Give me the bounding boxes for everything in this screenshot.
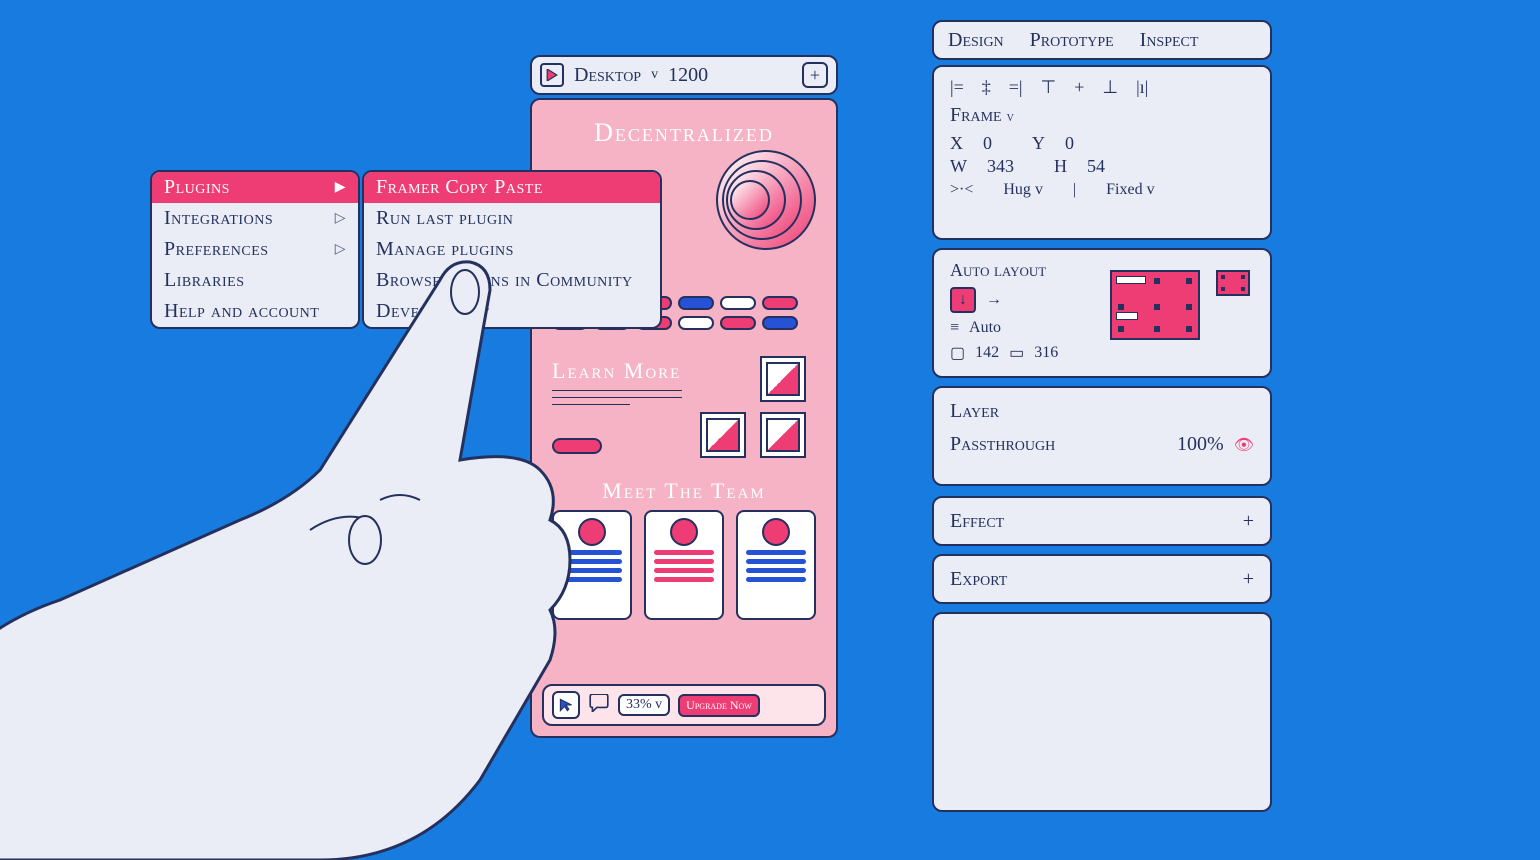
- export-title: Export: [950, 568, 1007, 591]
- frame-panel: |= ‡ =| ⊤ + ⊥ |ı| Frame v X0 Y0 W343 H54…: [932, 65, 1272, 240]
- inspector-tabs: Design Prototype Inspect: [932, 20, 1272, 60]
- chevron-right-icon: ▶: [335, 179, 346, 196]
- visibility-toggle-icon[interactable]: 👁: [1234, 437, 1254, 454]
- menu-item-development[interactable]: Development: [364, 296, 660, 327]
- padding-icon: ▢: [950, 343, 965, 363]
- menu-item-preferences[interactable]: Preferences▷: [152, 234, 358, 265]
- cta-button-placeholder: [552, 438, 602, 454]
- opacity-value[interactable]: 100%: [1177, 433, 1224, 455]
- align-right-icon[interactable]: =|: [1009, 77, 1023, 98]
- h-label: H: [1054, 156, 1067, 177]
- alignment-mini[interactable]: [1216, 270, 1250, 296]
- chevron-down-icon: v: [651, 67, 658, 83]
- device-label[interactable]: Desktop: [574, 64, 641, 87]
- w-value[interactable]: 343: [987, 156, 1014, 177]
- menu-item-browse-community[interactable]: Browse plugins in Community: [364, 265, 660, 296]
- zoom-display[interactable]: 33% v: [618, 694, 670, 716]
- menu-item-help[interactable]: Help and account: [152, 296, 358, 327]
- spacing-mode-label[interactable]: Auto: [969, 319, 1001, 337]
- swirl-graphic: [716, 150, 816, 250]
- blank-panel: [932, 612, 1272, 812]
- hug-dropdown[interactable]: Hug v: [1003, 181, 1043, 199]
- resize-v-icon: |: [1073, 181, 1076, 199]
- team-card: [736, 510, 816, 620]
- text-lines: [552, 390, 682, 411]
- y-label: Y: [1032, 133, 1045, 154]
- direction-vertical-button[interactable]: ↓: [950, 287, 976, 313]
- section-title-2: Learn More: [552, 358, 681, 384]
- play-button[interactable]: [540, 63, 564, 87]
- chevron-right-icon: ▷: [335, 210, 346, 227]
- canvas-width: 1200: [668, 64, 708, 87]
- upgrade-button[interactable]: Upgrade Now: [678, 694, 760, 717]
- section-title-1: Decentralized: [532, 118, 836, 148]
- layer-panel: Layer Passthrough 100% 👁: [932, 386, 1272, 486]
- image-tile: [700, 412, 746, 458]
- image-tile: [760, 412, 806, 458]
- team-card: [644, 510, 724, 620]
- chevron-right-icon: ▷: [335, 241, 346, 258]
- fixed-dropdown[interactable]: Fixed v: [1106, 181, 1154, 199]
- add-effect-button[interactable]: +: [1243, 510, 1254, 533]
- resize-h-icon: >·<: [950, 181, 973, 199]
- align-left-icon[interactable]: |=: [950, 77, 964, 98]
- align-hcenter-icon[interactable]: ‡: [982, 77, 991, 98]
- frame-dropdown[interactable]: Frame v: [950, 104, 1254, 127]
- padding-h-value[interactable]: 142: [975, 344, 999, 362]
- export-panel: Export +: [932, 554, 1272, 604]
- section-title-3: Meet The Team: [532, 478, 836, 504]
- canvas-header: Desktop v 1200 +: [530, 55, 838, 95]
- spacing-mode-icon: ≡: [950, 319, 959, 337]
- layer-title: Layer: [950, 400, 1254, 423]
- tab-design[interactable]: Design: [948, 29, 1004, 52]
- padding-v-value[interactable]: 316: [1034, 344, 1058, 362]
- menu-item-run-last[interactable]: Run last plugin: [364, 203, 660, 234]
- team-row: [532, 510, 836, 620]
- y-value[interactable]: 0: [1065, 133, 1074, 154]
- tab-prototype[interactable]: Prototype: [1030, 29, 1114, 52]
- tab-inspect[interactable]: Inspect: [1140, 29, 1199, 52]
- context-menu-plugins: Framer Copy Paste Run last plugin Manage…: [362, 170, 662, 329]
- align-vcenter-icon[interactable]: +: [1074, 77, 1084, 98]
- blend-mode-dropdown[interactable]: Passthrough: [950, 433, 1055, 456]
- canvas-footer: 33% v Upgrade Now: [542, 684, 826, 726]
- menu-item-framer-copy-paste[interactable]: Framer Copy Paste: [364, 172, 660, 203]
- add-export-button[interactable]: +: [1243, 568, 1254, 591]
- h-value[interactable]: 54: [1087, 156, 1105, 177]
- menu-item-plugins[interactable]: Plugins▶: [152, 172, 358, 203]
- effect-title: Effect: [950, 510, 1004, 533]
- alignment-grid[interactable]: [1110, 270, 1200, 340]
- image-tile: [760, 356, 806, 402]
- add-frame-button[interactable]: +: [802, 62, 828, 88]
- w-label: W: [950, 156, 967, 177]
- menu-item-integrations[interactable]: Integrations▷: [152, 203, 358, 234]
- x-label: X: [950, 133, 963, 154]
- team-card: [552, 510, 632, 620]
- comment-tool[interactable]: [588, 694, 610, 717]
- menu-item-manage[interactable]: Manage plugins: [364, 234, 660, 265]
- align-top-icon[interactable]: ⊤: [1041, 77, 1057, 98]
- autolayout-panel: Auto layout ↓ → ≡ Auto ▢ 142 ▭ 316: [932, 248, 1272, 378]
- context-menu-main: Plugins▶ Integrations▷ Preferences▷ Libr…: [150, 170, 360, 329]
- distribute-icon[interactable]: |ı|: [1136, 77, 1148, 98]
- align-tools: |= ‡ =| ⊤ + ⊥ |ı|: [950, 77, 1254, 98]
- align-bottom-icon[interactable]: ⊥: [1102, 77, 1118, 98]
- autolayout-title: Auto layout: [950, 260, 1254, 281]
- x-value[interactable]: 0: [983, 133, 992, 154]
- direction-horizontal-icon[interactable]: →: [986, 291, 1002, 309]
- effect-panel: Effect +: [932, 496, 1272, 546]
- menu-item-libraries[interactable]: Libraries: [152, 265, 358, 296]
- cursor-tool[interactable]: [552, 691, 580, 719]
- padding-icon: ▭: [1009, 343, 1024, 363]
